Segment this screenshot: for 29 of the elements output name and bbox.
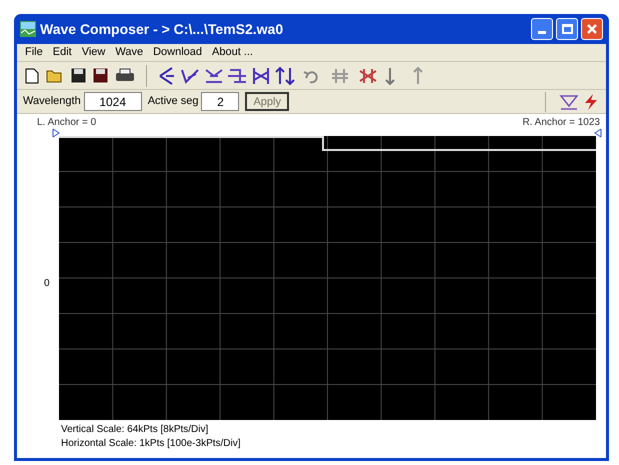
wave-app-icon [20, 21, 36, 37]
menu-item[interactable]: Wave [115, 44, 144, 61]
wavelength-label: Wavelength [23, 94, 81, 110]
active-segment-label: Active seg [148, 94, 198, 110]
menu-item[interactable]: About ... [212, 44, 253, 61]
menu-item[interactable]: View [82, 44, 106, 61]
vertical-scale-label: Vertical Scale: 64kPts [8kPts/Div] [61, 423, 208, 437]
open-folder-icon[interactable] [46, 68, 64, 83]
right-anchor-label: R. Anchor = 1023 [522, 116, 600, 130]
save-icon[interactable] [71, 68, 86, 83]
menu-item[interactable]: File [25, 44, 43, 61]
left-anchor-label: L. Anchor = 0 [37, 116, 96, 130]
window-title: Wave Composer - > C:\...\TemS2.wa0 [40, 20, 284, 39]
new-file-icon[interactable] [25, 68, 39, 84]
lightning-icon[interactable] [582, 92, 600, 110]
close-button[interactable] [581, 18, 603, 40]
horizontal-scale-label: Horizontal Scale: 1kPts [100e-3kPts/Div] [61, 437, 241, 451]
menu-item[interactable]: Download [153, 44, 202, 61]
right-anchor-marker-icon[interactable] [594, 128, 602, 138]
wavelength-field[interactable]: 1024 [84, 92, 142, 111]
minimize-button[interactable] [531, 18, 553, 40]
zero-axis-label: 0 [44, 277, 50, 291]
left-anchor-marker-icon[interactable] [52, 128, 60, 138]
save-as-icon[interactable] [93, 68, 108, 83]
close-icon [587, 24, 597, 34]
active-segment-field[interactable]: 2 [201, 92, 240, 111]
menu-item[interactable]: Edit [52, 44, 72, 61]
print-icon[interactable] [115, 68, 135, 83]
maximize-button[interactable] [556, 18, 578, 40]
